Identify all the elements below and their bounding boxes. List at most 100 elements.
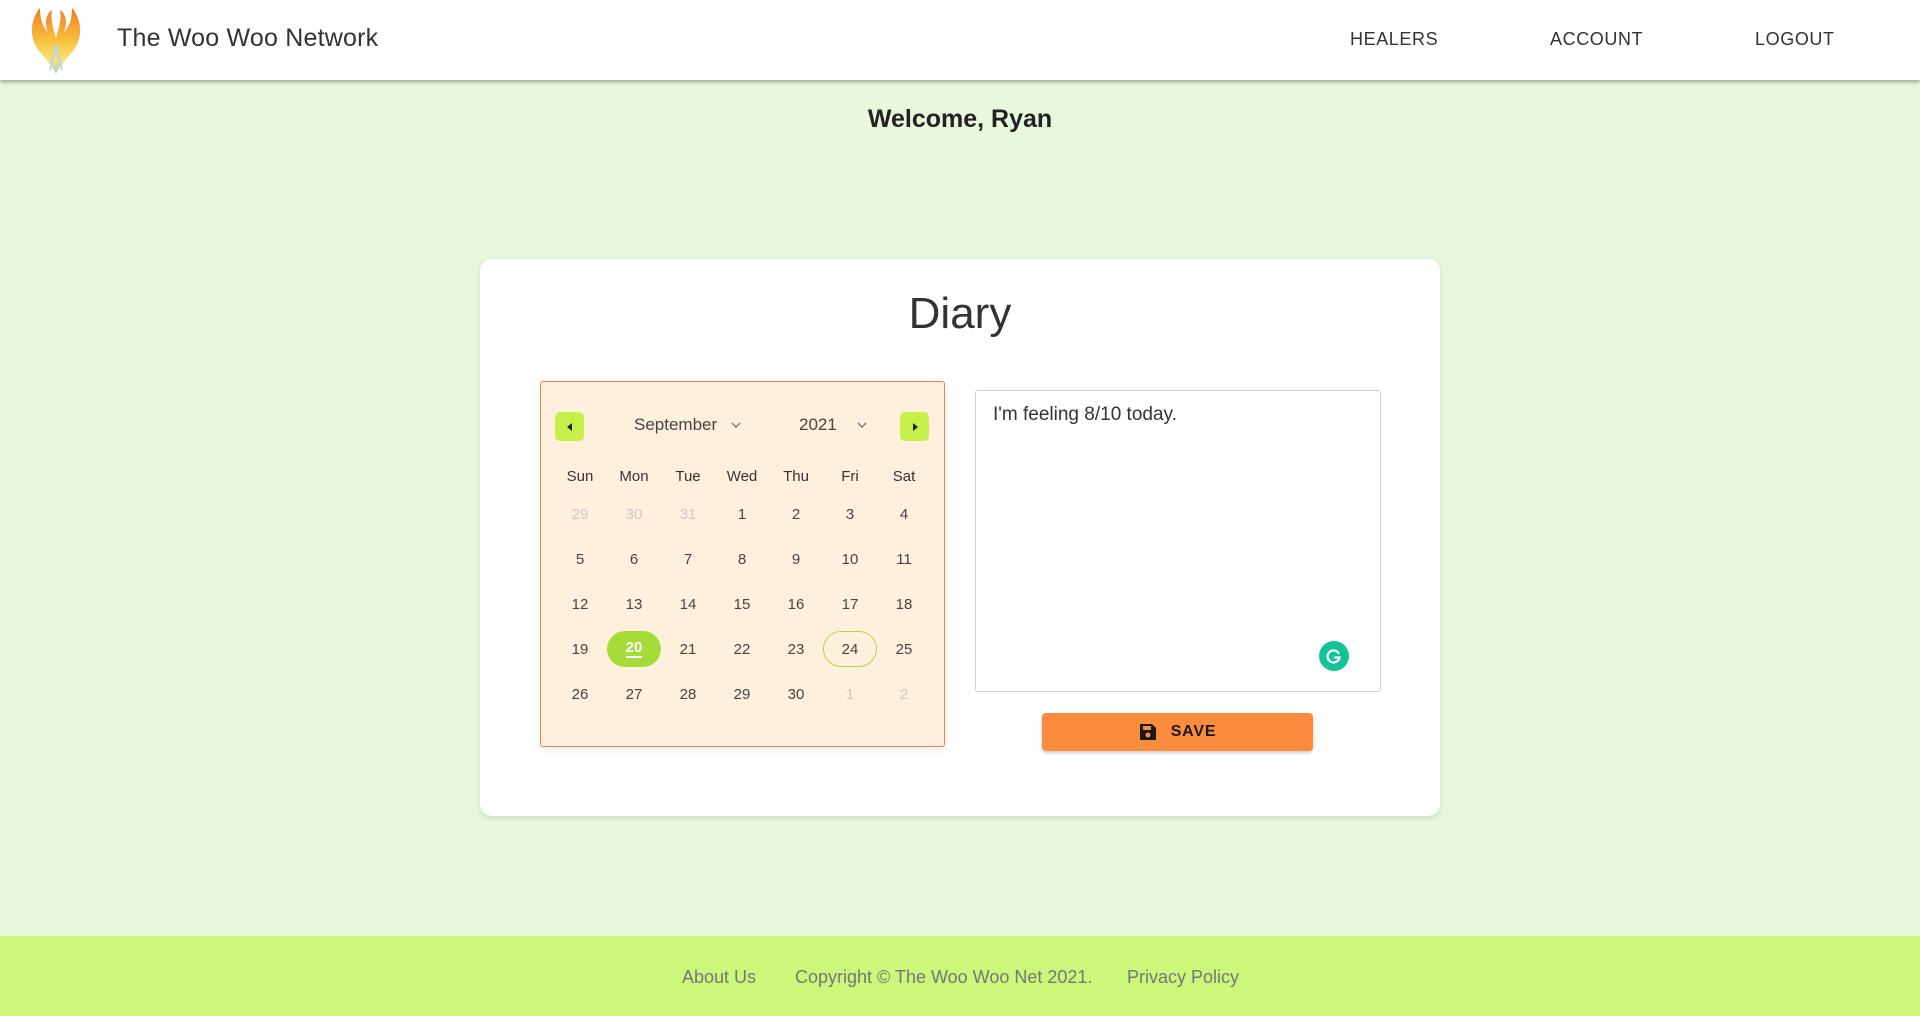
- calendar-day-number: 1: [737, 505, 747, 523]
- calendar-day-number: 30: [625, 505, 643, 523]
- weekday-label: Wed: [726, 468, 758, 485]
- save-button[interactable]: SAVE: [1042, 713, 1313, 751]
- calendar-day-number: 25: [895, 640, 913, 658]
- diary-entry-textarea[interactable]: [976, 391, 1380, 691]
- nav-logout[interactable]: LOGOUT: [1755, 29, 1835, 50]
- calendar-day-number: 1: [845, 685, 855, 703]
- calendar-day[interactable]: 2: [877, 676, 931, 712]
- calendar-day-number: 31: [679, 505, 697, 523]
- diary-card: Diary September 2021 Sun Mon Tue Wed Thu Fri S…: [480, 259, 1440, 816]
- diary-calendar: September 2021 Sun Mon Tue Wed Thu Fri Sat 29 3…: [540, 381, 945, 747]
- calendar-day-number: 29: [733, 685, 751, 703]
- weekday-label: Thu: [783, 468, 809, 485]
- calendar-day[interactable]: 8: [715, 541, 769, 577]
- calendar-day-number: 18: [895, 595, 913, 613]
- nav-healers[interactable]: HEALERS: [1350, 29, 1438, 50]
- calendar-day-number: 21: [679, 640, 697, 658]
- weekday-label: Mon: [619, 468, 649, 485]
- triangle-right-icon: [912, 422, 918, 431]
- month-value: September: [634, 415, 718, 434]
- calendar-day-number: 5: [575, 550, 585, 568]
- diary-entry-field[interactable]: [975, 390, 1381, 692]
- diary-title: Diary: [908, 289, 1012, 338]
- calendar-day[interactable]: 4: [877, 496, 931, 532]
- calendar-day-number: 12: [571, 595, 589, 613]
- calendar-day-number: 24: [841, 640, 859, 658]
- calendar-day[interactable]: 13: [607, 586, 661, 622]
- calendar-day[interactable]: 10: [823, 541, 877, 577]
- calendar-day[interactable]: 29: [715, 676, 769, 712]
- triangle-left-icon: [566, 422, 572, 431]
- calendar-day[interactable]: 29: [553, 496, 607, 532]
- calendar-day[interactable]: 19: [553, 631, 607, 667]
- chevron-down-icon: [857, 422, 867, 428]
- calendar-day[interactable]: 18: [877, 586, 931, 622]
- calendar-day-number: 4: [899, 505, 909, 523]
- calendar-day[interactable]: 23: [769, 631, 823, 667]
- calendar-day[interactable]: 1: [715, 496, 769, 532]
- calendar-day[interactable]: 9: [769, 541, 823, 577]
- calendar-day[interactable]: 26: [553, 676, 607, 712]
- calendar-day[interactable]: 17: [823, 586, 877, 622]
- calendar-day[interactable]: 28: [661, 676, 715, 712]
- calendar-day-number: 15: [733, 595, 751, 613]
- calendar-day-number: 29: [571, 505, 589, 523]
- prev-month-button[interactable]: [555, 412, 584, 441]
- calendar-day-number: 14: [679, 595, 697, 613]
- calendar-day[interactable]: 30: [607, 496, 661, 532]
- grammarly-icon[interactable]: [1319, 641, 1349, 671]
- calendar-day-number: 28: [679, 685, 697, 703]
- chevron-down-icon: [731, 422, 741, 428]
- calendar-day-selected[interactable]: 20: [607, 631, 661, 667]
- calendar-day-number: 27: [625, 685, 643, 703]
- next-month-button[interactable]: [900, 412, 929, 441]
- calendar-day-number: 26: [571, 685, 589, 703]
- calendar-day[interactable]: 14: [661, 586, 715, 622]
- calendar-day-number: 3: [845, 505, 855, 523]
- weekday-label: Fri: [841, 468, 859, 485]
- calendar-day[interactable]: 12: [553, 586, 607, 622]
- calendar-day-number: 22: [733, 640, 751, 658]
- calendar-day[interactable]: 6: [607, 541, 661, 577]
- footer-privacy-link[interactable]: Privacy Policy: [1127, 967, 1239, 988]
- calendar-day[interactable]: 2: [769, 496, 823, 532]
- calendar-day[interactable]: 27: [607, 676, 661, 712]
- calendar-day[interactable]: 15: [715, 586, 769, 622]
- calendar-day[interactable]: 21: [661, 631, 715, 667]
- calendar-day-number: 7: [683, 550, 693, 568]
- calendar-day-number: 10: [841, 550, 859, 568]
- top-navbar: The Woo Woo Network HEALERS ACCOUNT LOGO…: [0, 0, 1920, 80]
- nav-account[interactable]: ACCOUNT: [1550, 29, 1643, 50]
- calendar-day[interactable]: 30: [769, 676, 823, 712]
- calendar-day[interactable]: 11: [877, 541, 931, 577]
- calendar-day-number: 20: [625, 639, 643, 658]
- calendar-day-number: 23: [787, 640, 805, 658]
- calendar-day[interactable]: 3: [823, 496, 877, 532]
- calendar-day[interactable]: 16: [769, 586, 823, 622]
- calendar-day[interactable]: 5: [553, 541, 607, 577]
- weekday-label: Sat: [892, 468, 916, 485]
- calendar-day-number: 19: [571, 640, 589, 658]
- year-select[interactable]: 2021: [799, 415, 867, 435]
- calendar-day[interactable]: 22: [715, 631, 769, 667]
- phoenix-logo[interactable]: [28, 4, 84, 76]
- footer-about-link[interactable]: About Us: [682, 967, 756, 988]
- floppy-disk-icon: [1139, 724, 1156, 740]
- weekday-label: Tue: [675, 468, 701, 485]
- calendar-day[interactable]: 31: [661, 496, 715, 532]
- month-select[interactable]: September: [634, 415, 741, 435]
- calendar-day-number: 13: [625, 595, 643, 613]
- calendar-day-number: 11: [896, 550, 912, 568]
- welcome-heading: Welcome, Ryan: [867, 105, 1053, 133]
- calendar-day-number: 30: [787, 685, 805, 703]
- calendar-day[interactable]: 1: [823, 676, 877, 712]
- footer-copyright: Copyright © The Woo Woo Net 2021.: [795, 967, 1093, 987]
- calendar-day-today[interactable]: 24: [823, 631, 877, 667]
- calendar-day-number: 6: [629, 550, 639, 568]
- brand-title[interactable]: The Woo Woo Network: [117, 24, 378, 53]
- calendar-day-number: 17: [841, 595, 859, 613]
- calendar-day-number: 2: [899, 685, 909, 703]
- calendar-day[interactable]: 7: [661, 541, 715, 577]
- calendar-day[interactable]: 25: [877, 631, 931, 667]
- calendar-day-number: 16: [787, 595, 805, 613]
